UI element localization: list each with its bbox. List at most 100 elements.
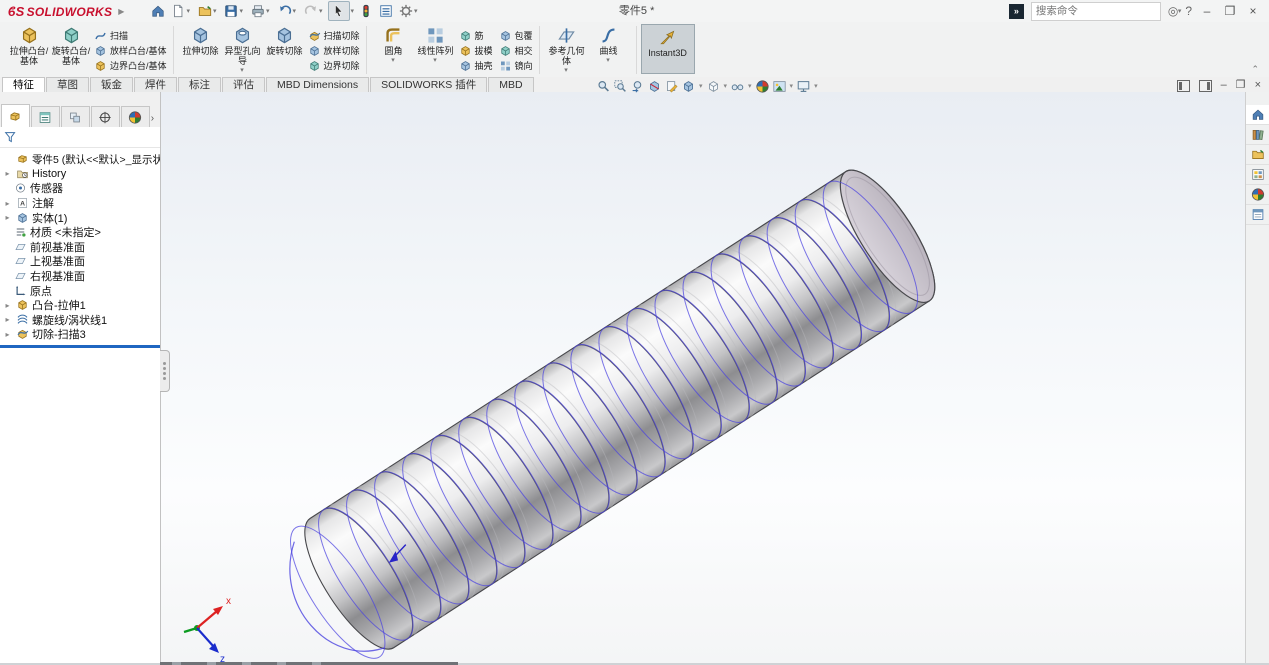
propertymanager-tab[interactable] (31, 106, 60, 127)
redo-button[interactable]: ▾ (301, 2, 328, 20)
revolved-boss-base-button[interactable]: 旋转凸台/基体 (50, 24, 92, 68)
display-style-icon[interactable] (707, 80, 720, 93)
fillet-button[interactable]: 圆角▾ (373, 24, 415, 68)
tree-item-sensors[interactable]: 传感器 (0, 181, 160, 196)
edit-appearance-icon[interactable] (756, 80, 769, 93)
login-user-icon[interactable]: ◎ (1168, 0, 1178, 22)
view-orientation-icon[interactable] (682, 80, 695, 93)
tab-sketch[interactable]: 草图 (46, 77, 89, 92)
lofted-cut-button[interactable]: 放样切除 (308, 43, 360, 58)
view-settings-icon[interactable] (797, 80, 810, 93)
swept-cut-button[interactable]: 扫描切除 (308, 28, 360, 43)
hole-wizard-button[interactable]: 异型孔向导▾ (222, 24, 264, 78)
window-minimize-button[interactable]: – (1199, 0, 1215, 22)
tab-mbd[interactable]: MBD (488, 77, 533, 92)
curves-button[interactable]: 曲线▾ (588, 24, 630, 68)
zoom-to-area-icon[interactable] (614, 80, 627, 93)
window-close-button[interactable]: × (1245, 0, 1261, 22)
dimxpertmanager-tab[interactable] (91, 106, 120, 127)
expand-arrow-icon[interactable]: ▸ (3, 169, 12, 178)
hide-show-items-icon[interactable] (731, 80, 744, 93)
home-button[interactable] (148, 2, 168, 20)
rib-button[interactable]: 筋 (459, 28, 493, 43)
doc-restore-button[interactable]: ❐ (1236, 79, 1246, 92)
command-search[interactable]: ▾ (1031, 2, 1161, 21)
expand-arrow-icon[interactable]: ▸ (3, 315, 12, 324)
tree-item-cut-sweep3[interactable]: ▸ 切除-扫描3 (0, 327, 160, 342)
ribbon-collapse-arrow[interactable]: ⌃ (1251, 64, 1259, 75)
mirror-button[interactable]: 镜向 (499, 58, 533, 73)
expand-arrow-icon[interactable]: ▸ (3, 330, 12, 339)
show-left-pane-icon[interactable] (1177, 80, 1190, 92)
tab-weldments[interactable]: 焊件 (134, 77, 177, 92)
expand-arrow-icon[interactable]: ▸ (3, 199, 12, 208)
tree-item-helix-spiral1[interactable]: ▸ 螺旋线/涡状线1 (0, 313, 160, 328)
open-button[interactable]: ▾ (195, 2, 222, 20)
new-document-button[interactable]: ▾ (168, 2, 195, 20)
tree-item-history[interactable]: ▸ History (0, 167, 160, 182)
tab-evaluate[interactable]: 评估 (222, 77, 265, 92)
tree-item-material[interactable]: 材质 <未指定> (0, 225, 160, 240)
save-button[interactable]: ▾ (221, 2, 248, 20)
wrap-button[interactable]: 包覆 (499, 28, 533, 43)
tab-solidworks-addins[interactable]: SOLIDWORKS 插件 (370, 77, 487, 92)
tree-item-origin[interactable]: 原点 (0, 283, 160, 298)
settings-gear-button[interactable]: ▾ (396, 2, 423, 20)
taskpane-design-library-tab[interactable] (1246, 125, 1269, 145)
tree-filter-bar[interactable] (0, 127, 160, 148)
filter-funnel-icon[interactable] (4, 131, 17, 144)
extruded-cut-button[interactable]: 拉伸切除 (180, 24, 222, 58)
featuremanager-tree-tab[interactable] (1, 104, 30, 127)
tab-annotation[interactable]: 标注 (178, 77, 221, 92)
reference-geometry-button[interactable]: 参考几何体▾ (546, 24, 588, 78)
panel-splitter-handle[interactable] (160, 350, 170, 392)
window-restore-button[interactable]: ❐ (1222, 0, 1238, 22)
tree-root-part[interactable]: 零件5 (默认<<默认>_显示状态 1>) (0, 152, 160, 167)
zoom-to-fit-icon[interactable] (597, 80, 610, 93)
intersect-button[interactable]: 相交 (499, 43, 533, 58)
tree-item-front-plane[interactable]: 前视基准面 (0, 240, 160, 255)
taskpane-home-tab[interactable] (1246, 105, 1269, 125)
rebuild-button[interactable] (356, 2, 376, 20)
select-cursor-caret[interactable]: ▾ (351, 7, 355, 15)
taskpane-custom-properties-tab[interactable] (1246, 205, 1269, 225)
search-input[interactable] (1032, 5, 1175, 17)
tab-features[interactable]: 特征 (2, 77, 45, 92)
displaymanager-tab[interactable] (121, 106, 150, 127)
help-icon[interactable]: ? (1185, 0, 1192, 22)
doc-minimize-button[interactable]: – (1221, 79, 1227, 92)
tab-sheet-metal[interactable]: 钣金 (90, 77, 133, 92)
panel-tabs-overflow-arrow[interactable]: › (151, 113, 159, 127)
extruded-boss-base-button[interactable]: 拉伸凸台/基体 (8, 24, 50, 68)
dynamic-annotation-icon[interactable] (665, 80, 678, 93)
expand-arrow-icon[interactable]: ▸ (3, 213, 12, 222)
rollback-bar[interactable] (0, 345, 160, 348)
tree-item-annotations[interactable]: ▸ 注解 (0, 196, 160, 211)
doc-close-button[interactable]: × (1255, 79, 1261, 92)
instant3d-button[interactable]: Instant3D (641, 24, 695, 74)
search-caret[interactable]: ▾ (1178, 7, 1182, 15)
taskpane-appearances-tab[interactable] (1246, 185, 1269, 205)
expand-arrow-icon[interactable]: ▸ (3, 301, 12, 310)
tree-item-solid-bodies[interactable]: ▸ 实体(1) (0, 210, 160, 225)
tree-item-boss-extrude1[interactable]: ▸ 凸台-拉伸1 (0, 298, 160, 313)
swept-boss-button[interactable]: 扫描 (94, 28, 167, 43)
show-right-pane-icon[interactable] (1199, 80, 1212, 92)
lofted-boss-button[interactable]: 放样凸台/基体 (94, 43, 167, 58)
taskpane-view-palette-tab[interactable] (1246, 165, 1269, 185)
configurationmanager-tab[interactable] (61, 106, 90, 127)
linear-pattern-button[interactable]: 线性阵列▾ (415, 24, 457, 68)
apply-scene-icon[interactable] (773, 80, 786, 93)
graphics-viewport[interactable]: x z (161, 92, 1245, 663)
section-view-icon[interactable] (648, 80, 661, 93)
boundary-cut-button[interactable]: 边界切除 (308, 58, 360, 73)
draft-button[interactable]: 拔模 (459, 43, 493, 58)
tab-mbd-dimensions[interactable]: MBD Dimensions (266, 77, 369, 92)
tree-item-right-plane[interactable]: 右视基准面 (0, 269, 160, 284)
shell-button[interactable]: 抽壳 (459, 58, 493, 73)
revolved-cut-button[interactable]: 旋转切除 (264, 24, 306, 58)
options-list-button[interactable] (376, 2, 396, 20)
logo-flyout-arrow-icon[interactable]: ▶ (118, 7, 124, 16)
print-button[interactable]: ▾ (248, 2, 275, 20)
previous-view-icon[interactable] (631, 80, 644, 93)
